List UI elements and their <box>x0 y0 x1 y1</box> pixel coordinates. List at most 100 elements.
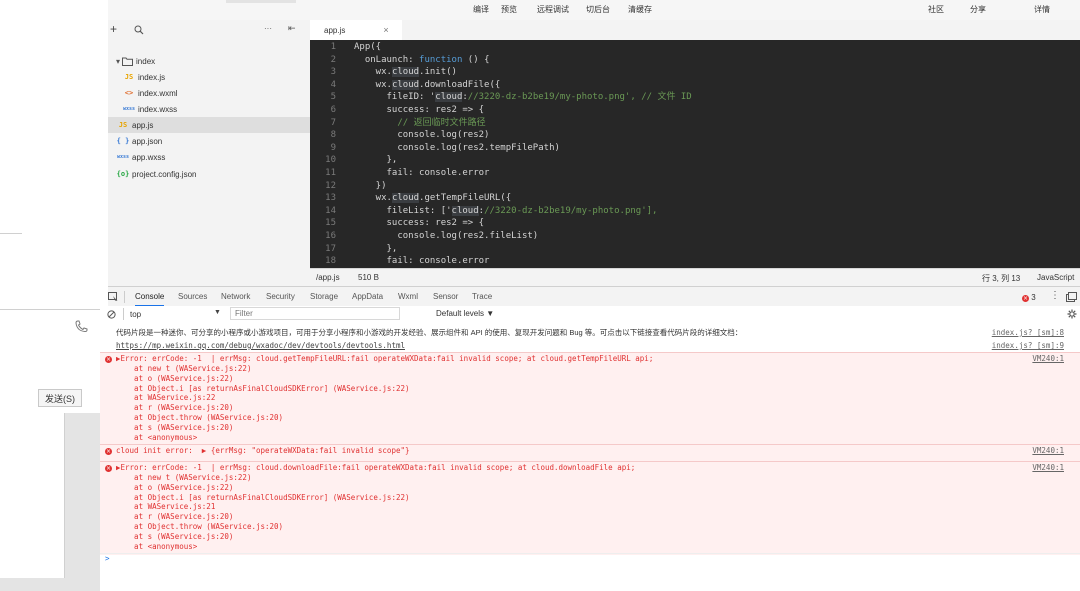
file-item[interactable]: { } app.json <box>108 133 310 149</box>
send-button[interactable]: 发送(S) <box>38 389 82 407</box>
tab-appdata[interactable]: AppData <box>352 287 383 307</box>
docs-link[interactable]: https://mp.weixin.qq.com/debug/wxadoc/de… <box>116 341 405 350</box>
file-item[interactable]: {o} project.config.json <box>108 166 310 182</box>
add-file-icon[interactable]: + <box>110 22 117 36</box>
code-line[interactable]: 15 success: res2 => { <box>310 217 1080 230</box>
gear-icon[interactable] <box>1067 309 1077 319</box>
close-icon[interactable]: × <box>383 25 388 35</box>
kebab-menu-icon[interactable]: ⋮ <box>1050 290 1060 301</box>
stack-frame[interactable]: at s (WAService.js:20) <box>116 423 233 433</box>
file-item[interactable]: JS app.js <box>108 117 310 133</box>
stack-frame[interactable]: at new t (WAService.js:22) <box>116 364 251 374</box>
code-line[interactable]: 9 console.log(res2.tempFilePath) <box>310 142 1080 155</box>
tab-security[interactable]: Security <box>266 287 295 307</box>
stack-frame[interactable]: at WAService.js:22 <box>116 393 215 403</box>
code-line[interactable]: 1 App({ <box>310 41 1080 54</box>
code-line[interactable]: 3 wx.cloud.init() <box>310 66 1080 79</box>
details-button[interactable]: 详情 <box>1034 4 1050 15</box>
file-item[interactable]: ▾ index <box>108 53 310 69</box>
search-icon[interactable] <box>134 25 144 35</box>
error-message: ▶Error: errCode: -1 | errMsg: cloud.down… <box>116 463 636 472</box>
more-icon[interactable]: ··· <box>264 24 272 33</box>
stack-frame[interactable]: at o (WAService.js:22) <box>116 483 233 493</box>
clear-cache-button[interactable]: 清缓存 <box>628 4 652 15</box>
stack-frame[interactable]: at r (WAService.js:20) <box>116 403 233 413</box>
code-line[interactable]: 8 console.log(res2) <box>310 129 1080 142</box>
remote-debug-button[interactable]: 远程调试 <box>537 4 569 15</box>
source-link[interactable]: VM240:1 <box>1032 463 1064 473</box>
preview-button[interactable]: 预览 <box>501 4 517 15</box>
log-levels-dropdown[interactable]: Default levels ▼ <box>436 309 494 318</box>
divider <box>124 291 125 303</box>
stack-frame[interactable]: at Object.throw (WAService.js:20) <box>116 522 283 532</box>
source-link[interactable]: VM240:1 <box>1032 354 1064 364</box>
prompt-caret: > <box>105 554 110 563</box>
context-selector[interactable]: top ▼ <box>126 307 224 321</box>
language-mode[interactable]: JavaScript <box>1037 273 1074 282</box>
folder-icon <box>122 57 134 66</box>
filter-input[interactable] <box>230 307 400 320</box>
stack-frame[interactable]: at new t (WAService.js:22) <box>116 473 251 483</box>
tab-wxml[interactable]: Wxml <box>398 287 418 307</box>
file-item[interactable]: wxss index.wxss <box>108 101 310 117</box>
stack-frame[interactable]: at <anonymous> <box>116 433 197 443</box>
tab-storage[interactable]: Storage <box>310 287 338 307</box>
code-line[interactable]: 14 fileList: ['cloud://3220-dz-b2be19/my… <box>310 205 1080 218</box>
tab-sensor[interactable]: Sensor <box>433 287 458 307</box>
tab-network[interactable]: Network <box>221 287 250 307</box>
code-editor[interactable]: 1 App({2 onLaunch: function () {3 wx.clou… <box>310 40 1080 268</box>
share-button[interactable]: 分享 <box>970 4 986 15</box>
code-line[interactable]: 12 }) <box>310 180 1080 193</box>
code-line[interactable]: 2 onLaunch: function () { <box>310 54 1080 67</box>
dock-icon[interactable] <box>1066 292 1077 302</box>
code-line[interactable]: 10 }, <box>310 154 1080 167</box>
code-line[interactable]: 16 console.log(res2.fileList) <box>310 230 1080 243</box>
code-line[interactable]: 13 wx.cloud.getTempFileURL({ <box>310 192 1080 205</box>
stack-frame[interactable]: at WAService.js:21 <box>116 502 215 512</box>
code-line[interactable]: 18 fail: console.error <box>310 255 1080 268</box>
tab-trace[interactable]: Trace <box>472 287 492 307</box>
stack-frame[interactable]: at s (WAService.js:20) <box>116 532 233 542</box>
inspect-icon[interactable] <box>108 292 118 302</box>
code-line[interactable]: 17 }, <box>310 243 1080 256</box>
clear-console-icon[interactable] <box>107 310 116 319</box>
chevron-down-icon[interactable]: ▾ <box>116 57 120 66</box>
file-item[interactable]: <> index.wxml <box>108 85 310 101</box>
source-link[interactable]: index.js? [sm]:8 <box>992 328 1064 338</box>
line-number: 11 <box>325 168 336 178</box>
tab-app-js[interactable]: app.js × <box>310 20 402 40</box>
console-error-entry[interactable]: × ▶Error: errCode: -1 | errMsg: cloud.dow… <box>100 461 1080 555</box>
file-item[interactable]: wxss app.wxss <box>108 149 310 165</box>
code-line[interactable]: 6 success: res2 => { <box>310 104 1080 117</box>
source-link[interactable]: index.js? [sm]:9 <box>992 341 1064 351</box>
console-prompt[interactable]: > <box>100 553 1080 564</box>
tab-console[interactable]: Console <box>135 287 165 307</box>
code-line[interactable]: 11 fail: console.error <box>310 167 1080 180</box>
phone-icon[interactable] <box>74 320 88 332</box>
stack-frame[interactable]: at Object.throw (WAService.js:20) <box>116 413 283 423</box>
code-line[interactable]: 5 fileID: 'cloud://3220-dz-b2be19/my-pho… <box>310 91 1080 104</box>
cursor-position[interactable]: 行 3, 列 13 <box>982 273 1020 284</box>
stack-frame[interactable]: at Object.i [as returnAsFinalCloudSDKErr… <box>116 384 409 394</box>
stack-frame[interactable]: at r (WAService.js:20) <box>116 512 233 522</box>
code-text: onLaunch: function () { <box>354 54 490 65</box>
file-size: 510 B <box>358 273 379 282</box>
collapse-icon[interactable]: ⇤ <box>288 23 296 34</box>
tab-sources[interactable]: Sources <box>178 287 207 307</box>
compile-button[interactable]: 编译 <box>473 4 489 15</box>
console-error-entry[interactable]: × ▶Error: errCode: -1 | errMsg: cloud.get… <box>100 352 1080 445</box>
stack-frame[interactable]: at Object.i [as returnAsFinalCloudSDKErr… <box>116 493 409 503</box>
code-line[interactable]: 4 wx.cloud.downloadFile({ <box>310 79 1080 92</box>
code-text: console.log(res2.fileList) <box>354 231 539 241</box>
community-button[interactable]: 社区 <box>928 4 944 15</box>
console-error-entry[interactable]: × cloud init error: ▶ {errMsg: "operateWX… <box>100 444 1080 462</box>
lower-panel <box>0 413 65 578</box>
code-text: }, <box>354 155 398 166</box>
code-line[interactable]: 7 // 返回临时文件路径 <box>310 117 1080 130</box>
background-button[interactable]: 切后台 <box>586 4 610 15</box>
file-item[interactable]: JS index.js <box>108 69 310 85</box>
stack-frame[interactable]: at <anonymous> <box>116 542 197 552</box>
stack-frame[interactable]: at o (WAService.js:22) <box>116 374 233 384</box>
source-link[interactable]: VM240:1 <box>1032 446 1064 456</box>
error-count-badge[interactable]: × 3 <box>1022 293 1036 302</box>
